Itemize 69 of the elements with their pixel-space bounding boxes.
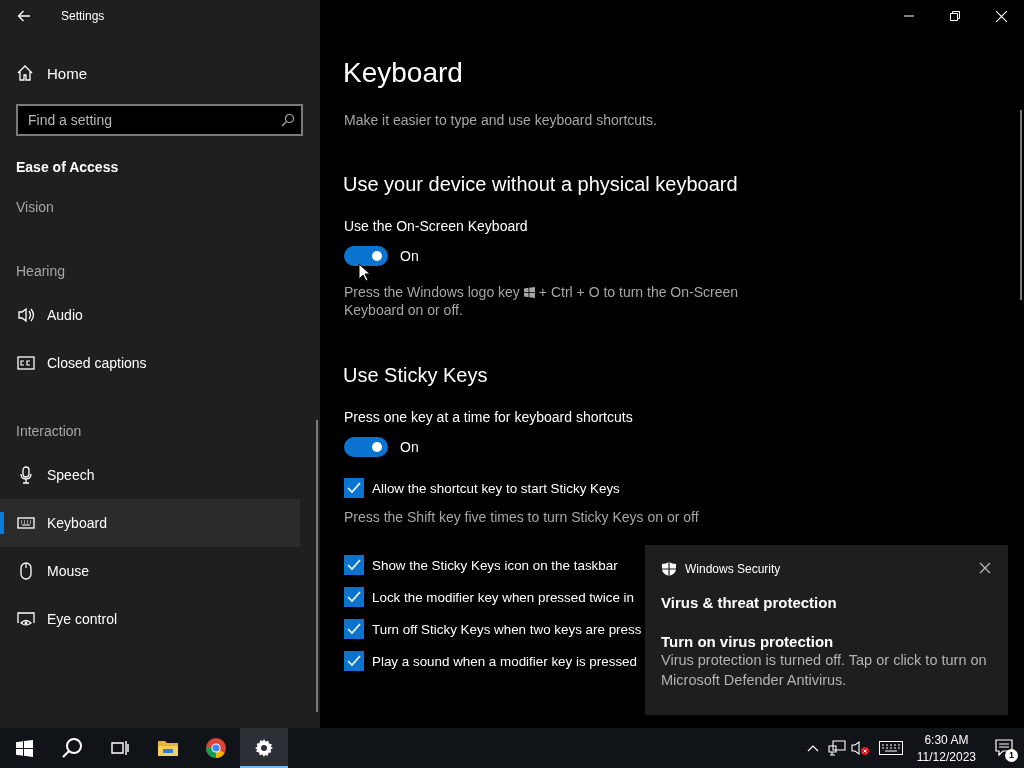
clock[interactable]: 6:30 AM 11/12/2023 [908,728,984,768]
item-icon [16,353,36,373]
group-header: Interaction [16,422,82,441]
shield-icon [661,561,677,577]
notification-button[interactable]: 1 [984,728,1024,768]
checkbox[interactable] [344,619,364,639]
message-icon [995,739,1013,757]
task-view-icon [111,740,129,756]
toast-app-name: Windows Security [685,562,782,576]
section-heading: Use Sticky Keys [343,363,488,387]
close-icon [979,562,991,574]
hint-text: Keyboard on or off. [344,302,463,318]
back-arrow-icon [17,10,31,22]
hint-text: Press the Shift key five times to turn Sticky Keys on or off [344,509,699,525]
taskbar-app[interactable] [240,728,288,768]
item-icon [16,609,36,629]
pointer-icon [358,263,370,282]
toggle-switch[interactable] [344,437,388,457]
search-icon [281,113,295,127]
checkbox-label: Allow the shortcut key to start Sticky Keys [372,480,620,496]
checkbox-label: Turn off Sticky Keys when two keys are press [372,621,642,637]
sidebar-item[interactable]: Mouse [0,547,300,595]
checkbox-label: Lock the modifier key when pressed twice in [372,589,634,605]
toggle-state: On [400,248,419,264]
home-icon [16,64,34,82]
setting-label: Press one key at a time for keyboard shortcuts [344,409,633,425]
sidebar-item[interactable]: Speech [0,451,300,499]
search-input[interactable]: Find a setting [28,112,281,128]
home-item[interactable]: Home [0,55,300,91]
checkbox-label: Play a sound when a modifier key is pressed [372,653,637,669]
checkbox[interactable] [344,478,364,498]
folder-icon [157,738,179,758]
date-text: 11/12/2023 [916,749,976,764]
toggle-state: On [400,439,419,455]
checkbox[interactable] [344,651,364,671]
sidebar-item[interactable]: Audio [0,291,300,339]
setting-label: Use the On-Screen Keyboard [344,218,528,234]
toast-title: Virus & threat protection [661,594,837,611]
close-button[interactable] [978,562,992,576]
hint-text: Press the Windows logo key [344,284,520,300]
sidebar-item[interactable]: Closed captions [0,339,300,387]
checkbox[interactable] [344,587,364,607]
windows-logo-icon [15,739,33,757]
hint-text: + Ctrl + O to turn the On-Screen [538,284,739,300]
page-description: Make it easier to type and use keyboard shortcuts. [344,112,657,128]
close-icon [995,10,1007,22]
sidebar-item[interactable]: Keyboard [0,499,300,547]
sidebar-item[interactable]: Eye control [0,595,300,643]
browser-icon [205,737,227,759]
toast-message: Virus protection is turned off. Tap or click to turn on Microsoft Defender Antivirus. [661,651,988,690]
notification-toast[interactable]: Windows Security Virus & threat protection Turn on virus protection Virus protection is turned off. Tap or click to turn on Microsoft Defender Antivirus. [645,545,1008,715]
group-header: Vision [16,198,54,217]
notification-count: 1 [1005,749,1018,762]
gear-icon [254,738,274,758]
category-title: Ease of Access [16,158,119,177]
windows-logo-icon [523,287,535,298]
checkbox[interactable] [344,555,364,575]
page-title: Keyboard [343,56,463,90]
section-heading: Use your device without a physical keyboard [343,172,738,196]
checkbox-label: Show the Sticky Keys icon on the taskbar [372,557,618,573]
toggle-switch[interactable] [344,246,388,266]
toast-heading: Turn on virus protection [661,633,834,650]
time-text: 6:30 AM [924,732,969,747]
restore-icon [950,11,960,21]
window-title: Settings [61,9,105,23]
search-field[interactable]: Find a setting [16,104,303,136]
group-header: Hearing [16,262,66,281]
item-icon [16,305,36,325]
search-icon [61,737,83,759]
